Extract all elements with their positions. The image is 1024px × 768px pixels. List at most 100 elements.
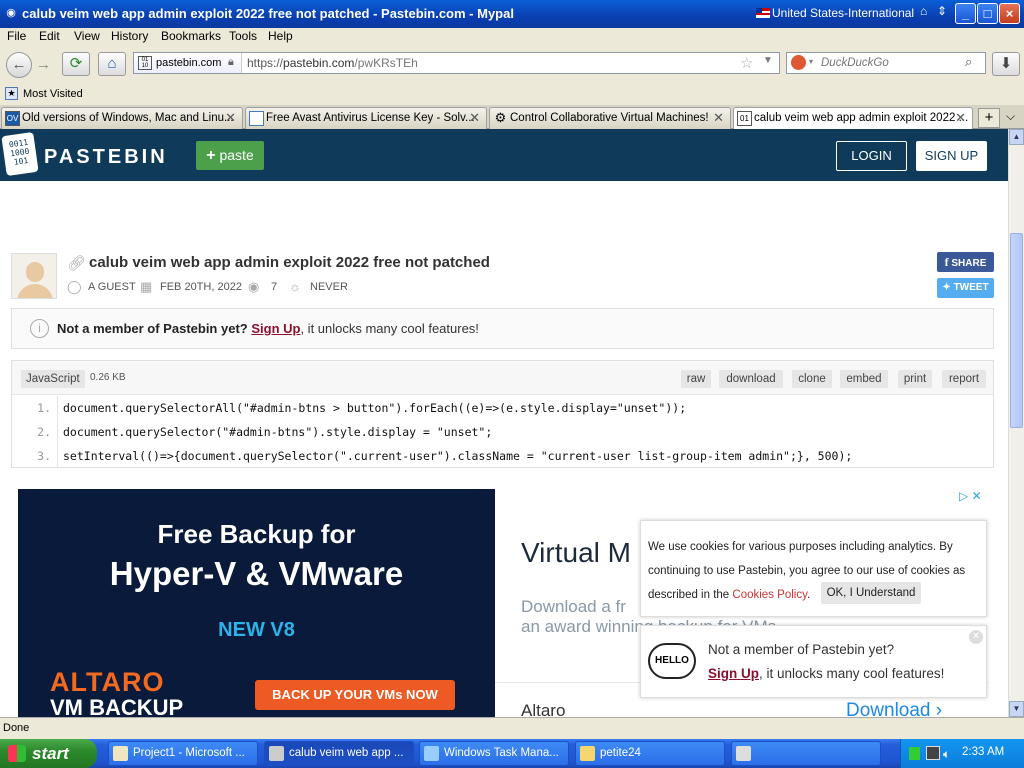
home-button[interactable]: ⌂ [98,52,126,76]
adchoices-icon[interactable]: ▷ ✕ [959,489,982,503]
report-button[interactable]: report [942,370,986,388]
search-icon[interactable]: ⌕ [965,54,972,70]
close-icon[interactable]: ✕ [969,630,983,644]
menu-edit[interactable]: Edit [39,29,60,43]
taskbar-item-blank[interactable] [731,741,881,766]
signup-button[interactable]: SIGN UP [916,141,987,171]
most-visited-bookmark[interactable]: Most Visited [23,88,83,100]
signup-popup-link[interactable]: Sign Up [708,666,759,681]
tab-label: Old versions of Windows, Mac and Linu... [22,112,234,124]
vertical-scrollbar[interactable]: ▲ ▼ [1008,129,1024,717]
language-settings-icon[interactable]: ⌂ [920,4,927,18]
tab-close-icon[interactable]: ✕ [955,108,966,128]
taskbar-item-label: calub veim web app ... [289,747,404,759]
paste-expiry: NEVER [310,281,348,293]
menu-history[interactable]: History [111,29,148,43]
ad-download-link[interactable]: Download › [846,700,942,717]
scroll-down-icon[interactable]: ▼ [1009,701,1024,717]
menu-view[interactable]: View [74,29,100,43]
clone-button[interactable]: clone [792,370,832,388]
bookmarks-toolbar: ★ Most Visited [0,84,1024,105]
window-title-bar: ◉ calub veim web app admin exploit 2022 … [0,0,1024,28]
tab-control-vms[interactable]: ⚙ Control Collaborative Virtual Machines… [489,107,731,129]
ad-cta-button[interactable]: BACK UP YOUR VMs NOW [255,680,455,710]
ad-version-badge: NEW V8 [218,619,295,641]
paste-author[interactable]: A GUEST [88,281,136,293]
start-button[interactable]: start [0,739,97,768]
site-identity-button[interactable]: 01 10 pastebin.com [134,53,242,73]
download-button[interactable]: download [719,370,783,388]
status-bar: Done [0,717,1024,739]
volume-icon[interactable]: 🔈︎ [943,747,950,762]
pastebin-favicon: 01 10 [138,56,152,70]
url-bar[interactable]: 01 10 pastebin.com 🔒︎ https://pastebin.c… [133,52,780,74]
login-button[interactable]: LOGIN [836,141,907,171]
notice-text: Not a member of Pastebin yet? Sign Up, i… [57,321,479,336]
tab-pastebin[interactable]: 01 calub veim web app admin exploit 2022… [733,107,973,130]
taskbar-item-label: Project1 - Microsoft ... [133,747,245,759]
code-line[interactable]: 3. setInterval(()=>{document.querySelect… [12,444,993,468]
language-options-icon[interactable]: ⇕ [937,4,947,18]
signup-popup-text: Not a member of Pastebin yet? [708,642,895,657]
tab-avast[interactable]: Free Avast Antivirus License Key - Solv.… [245,107,487,129]
menu-bookmarks[interactable]: Bookmarks [161,29,221,43]
tab-close-icon[interactable]: ✕ [469,108,480,128]
tab-close-icon[interactable]: ✕ [225,108,236,128]
search-engine-dropdown-icon[interactable]: ▾ [809,57,813,66]
code-line[interactable]: 2. document.querySelector("#admin-btns")… [12,420,993,444]
pastebin-brand[interactable]: PASTEBIN [44,146,168,169]
reload-button[interactable]: ⟳ [62,52,90,76]
search-input[interactable] [821,55,961,71]
maximize-button[interactable]: □ [977,3,998,24]
tab-overflow-icon[interactable]: ⌵ [1006,109,1015,124]
cookies-policy-link[interactable]: Cookies Policy [732,589,807,601]
minimize-button[interactable]: _ [955,3,976,24]
notice-signup-link[interactable]: Sign Up [251,321,300,336]
clock: 2:33 AM [962,746,1005,758]
code-line[interactable]: 1. document.querySelectorAll("#admin-btn… [12,396,993,420]
taskbar-item-label: Windows Task Mana... [444,747,559,759]
pastebin-favicon: 01 [737,111,752,126]
tab-label: Control Collaborative Virtual Machines! [510,112,709,124]
back-button[interactable]: ← [6,52,32,78]
taskbar-item-petite24[interactable]: petite24 [575,741,725,766]
syntax-label[interactable]: JavaScript [21,370,85,388]
forward-button[interactable]: → [36,56,51,73]
tab-strip: OV Old versions of Windows, Mac and Linu… [0,105,1024,130]
url-text[interactable]: https://pastebin.com/pwKRsTEh [247,56,418,70]
url-dropdown-icon[interactable]: ▼ [763,55,773,66]
tab-old-versions[interactable]: OV Old versions of Windows, Mac and Linu… [1,107,243,129]
line-number: 3. [12,444,58,468]
taskbar-item-task-manager[interactable]: Windows Task Mana... [419,741,569,766]
embed-button[interactable]: embed [840,370,888,388]
close-button[interactable]: × [999,3,1020,24]
network-icon[interactable] [926,746,940,760]
search-box[interactable]: ▾ ⌕ [786,52,986,74]
tab-close-icon[interactable]: ✕ [713,108,724,128]
raw-button[interactable]: raw [681,370,711,388]
tray-status-icon[interactable] [909,747,920,760]
cookie-ok-button[interactable]: OK, I Understand [821,582,921,604]
taskbar-item-project1[interactable]: Project1 - Microsoft ... [108,741,258,766]
avatar [11,253,57,299]
downloads-button[interactable]: ⬇ [992,52,1020,76]
new-tab-button[interactable]: + [978,108,1000,128]
print-button[interactable]: print [898,370,932,388]
language-indicator[interactable]: United States-International [772,6,914,20]
menu-file[interactable]: File [7,29,26,43]
twitter-icon: ✦ [942,282,951,293]
menu-tools[interactable]: Tools [229,29,257,43]
ad-banner-left[interactable]: Free Backup for Hyper-V & VMware NEW V8 … [18,489,495,717]
twitter-tweet-button[interactable]: ✦ TWEET [937,278,994,298]
scrollbar-thumb[interactable] [1010,233,1023,428]
pastebin-header: 0011 1000 101 PASTEBIN + paste LOGIN SIGN … [0,129,1008,181]
new-paste-button[interactable]: + paste [196,141,264,170]
menu-help[interactable]: Help [268,29,293,43]
menu-bar: File Edit View History Bookmarks Tools H… [0,28,1024,46]
bookmark-star-icon[interactable]: ☆ [740,54,753,72]
pastebin-logo-icon[interactable]: 0011 1000 101 [1,131,39,177]
scroll-up-icon[interactable]: ▲ [1009,129,1024,145]
taskbar-item-browser[interactable]: calub veim web app ... [264,741,414,766]
facebook-share-button[interactable]: f SHARE [937,252,994,272]
duckduckgo-icon[interactable] [791,55,806,70]
